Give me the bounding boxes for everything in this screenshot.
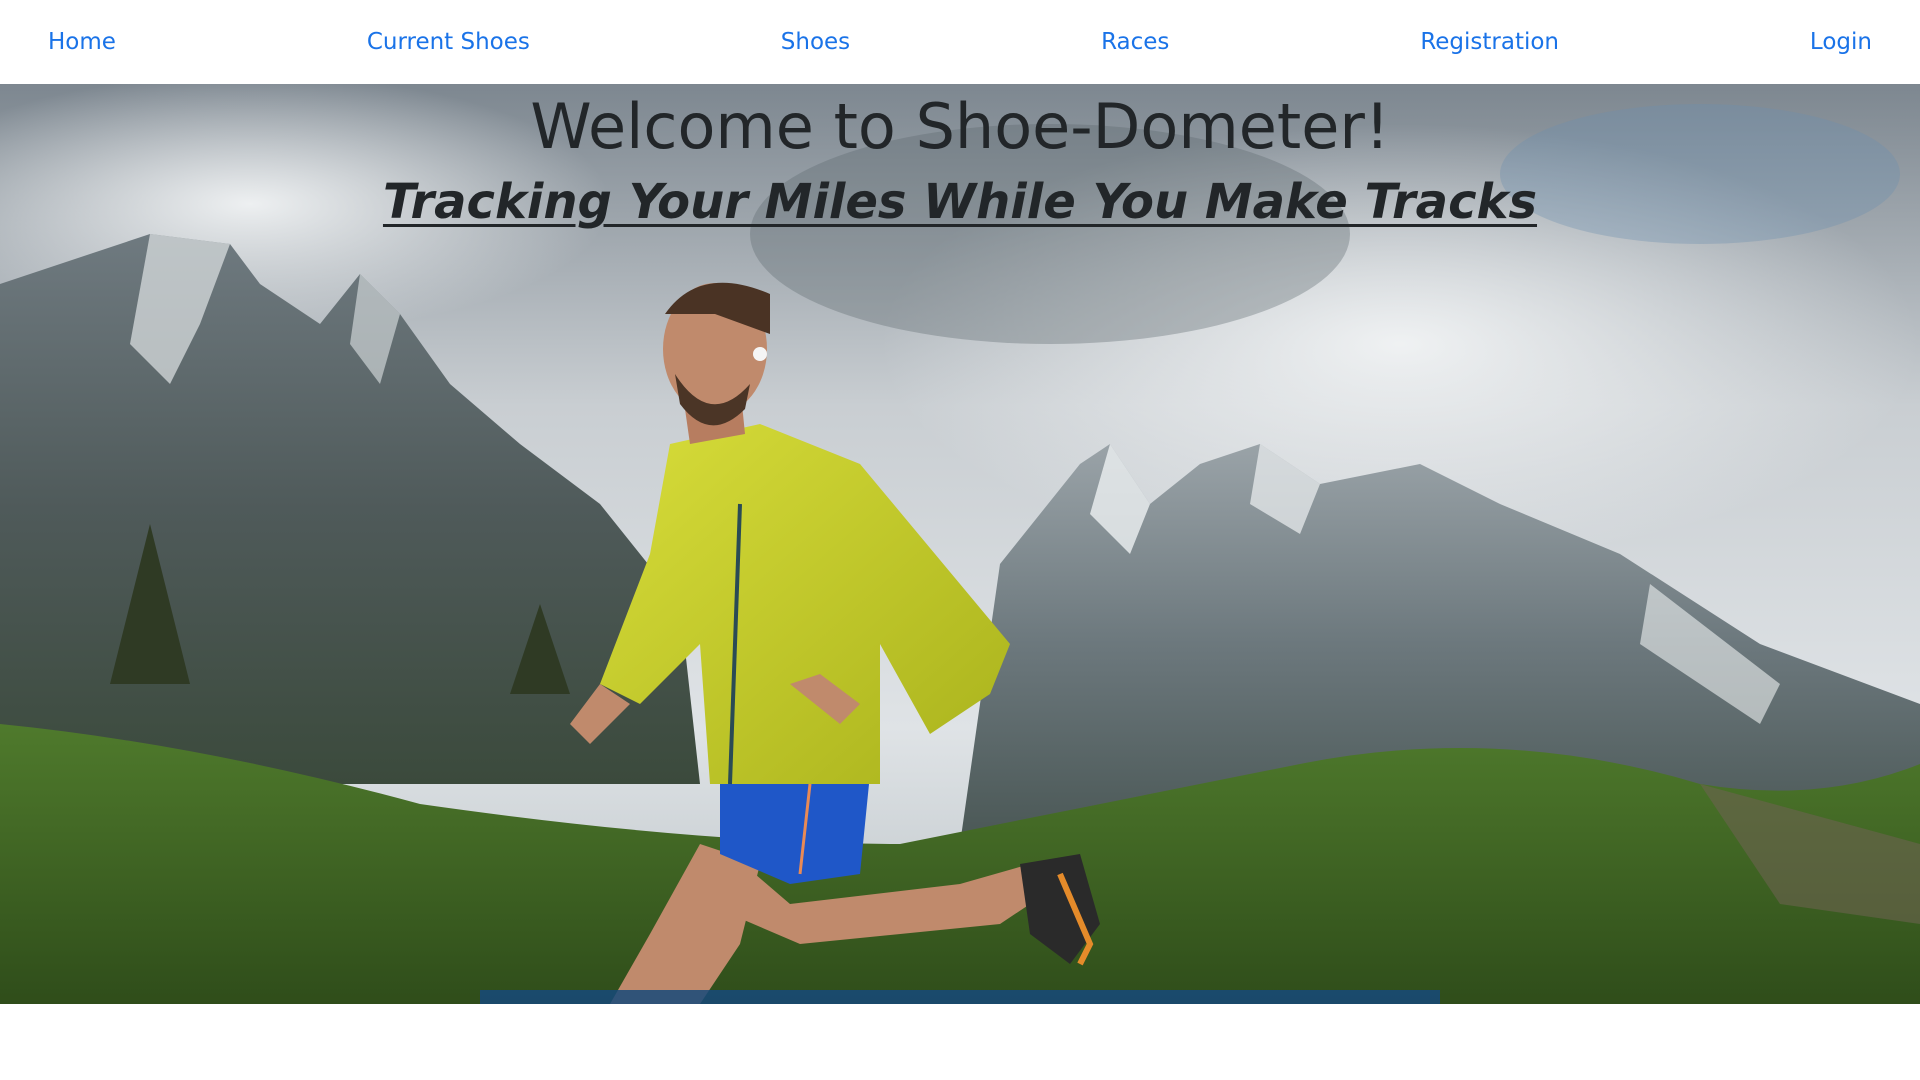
nav-shoes-link[interactable]: Shoes [781,29,850,55]
hero-title: Welcome to Shoe-Dometer! [530,90,1390,163]
nav-login-link[interactable]: Login [1810,29,1872,55]
nav-current-shoes-link[interactable]: Current Shoes [367,29,530,55]
hero-subtitle: Tracking Your Miles While You Make Track… [382,174,1538,230]
top-navbar: Home Current Shoes Shoes Races Registrat… [0,0,1920,84]
nav-races-link[interactable]: Races [1101,29,1169,55]
nav-home-link[interactable]: Home [48,29,116,55]
nav-registration-link[interactable]: Registration [1420,29,1559,55]
hero-banner: Welcome to Shoe-Dometer! Tracking Your M… [0,84,1920,1004]
hero-accent-bar [480,990,1440,1004]
